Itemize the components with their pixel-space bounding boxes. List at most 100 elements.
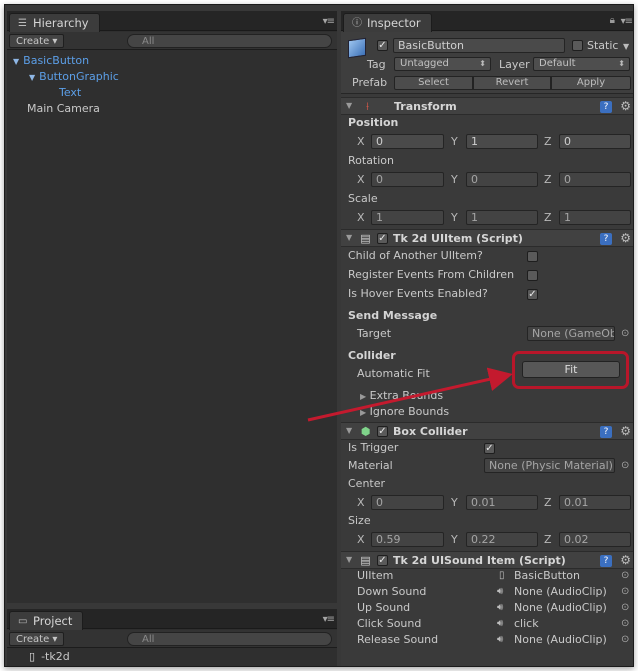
chevron-icon: ⬍ [479,59,486,68]
register-row: Register Events From Children [341,266,633,284]
collapse-triangle-icon[interactable]: ▼ [346,426,352,435]
tree-item-buttongraphic[interactable]: ▼ ButtonGraphic [29,69,119,85]
size-x-field[interactable]: 0.59 [371,532,444,547]
axis-x-label: X [357,135,365,148]
static-checkbox[interactable] [572,40,583,51]
rotation-z-field[interactable]: 0 [559,172,631,187]
tree-item-text[interactable]: Text [59,85,81,101]
trigger-checkbox[interactable]: ✓ [484,443,495,454]
position-y-field[interactable]: 1 [466,134,538,149]
hierarchy-panel: ☰ Hierarchy ▾≡ Create ▾ ⌕ ▼ BasicButton ▼… [7,11,337,603]
prefab-apply-button[interactable]: Apply [551,76,631,90]
uisound-enabled-checkbox[interactable]: ✓ [377,555,388,566]
create-button[interactable]: Create ▾ [9,632,65,646]
target-label: Target [357,327,392,340]
axis-z-label: Z [544,173,552,186]
register-checkbox[interactable] [527,270,538,281]
rotation-x-field[interactable]: 0 [371,172,444,187]
project-search-input[interactable] [127,632,332,646]
scale-z-field[interactable]: 1 [559,210,631,225]
hierarchy-tabbar: ☰ Hierarchy ▾≡ [7,11,337,32]
release-sound-value[interactable]: None (AudioClip) [514,631,607,649]
help-icon[interactable]: ? [600,426,612,438]
panel-menu-icon[interactable]: ▾≡ [323,614,335,625]
help-icon[interactable]: ? [600,555,612,567]
hover-checkbox[interactable]: ✓ [527,289,538,300]
expand-triangle-icon[interactable]: ▶ [360,408,366,417]
project-item-label: -tk2d [41,650,70,663]
help-icon[interactable]: ? [600,101,612,113]
target-field[interactable]: None (GameObj [527,326,615,341]
center-z-field[interactable]: 0.01 [559,495,631,510]
center-row: X 0 Y 0.01 Z 0.01 [341,494,633,512]
static-dropdown-icon[interactable]: ▼ [623,42,629,51]
rotation-label: Rotation [348,154,395,167]
position-x-field[interactable]: 0 [371,134,444,149]
size-z-field[interactable]: 0.02 [559,532,631,547]
create-button[interactable]: Create ▾ [9,34,65,48]
layer-dropdown[interactable]: Default ⬍ [533,57,630,71]
tree-item-main-camera[interactable]: Main Camera [27,101,100,117]
material-field[interactable]: None (Physic Material) [484,458,615,473]
gear-icon[interactable]: ⚙ [620,231,631,245]
gear-icon[interactable]: ⚙ [620,424,631,438]
uiitem-enabled-checkbox[interactable]: ✓ [377,233,388,244]
project-toolbar: Create ▾ ⌕ [7,630,337,648]
tab-project[interactable]: ▭ Project [9,611,84,630]
static-label: Static [587,39,619,52]
scale-y-field[interactable]: 1 [466,210,538,225]
ignore-bounds-row[interactable]: ▶ Ignore Bounds [341,403,633,421]
size-label-row: Size [341,512,633,530]
active-checkbox[interactable]: ✓ [377,40,388,51]
collapse-triangle-icon[interactable]: ▼ [346,233,352,242]
box-collider-icon: ⬢ [360,425,371,438]
tag-label: Tag [367,58,386,71]
expand-triangle-icon[interactable]: ▼ [13,57,19,66]
object-picker-icon[interactable]: ⊙ [621,457,629,475]
prefab-revert-button[interactable]: Revert [473,76,551,90]
object-picker-icon[interactable]: ⊙ [621,631,629,649]
center-y-field[interactable]: 0.01 [466,495,538,510]
collapse-triangle-icon[interactable]: ▼ [346,101,352,110]
send-message-label: Send Message [348,309,438,322]
fit-highlight-box [512,351,629,389]
project-item[interactable]: ▯ -tk2d [29,649,70,665]
editor-window: ☰ Hierarchy ▾≡ Create ▾ ⌕ ▼ BasicButton ▼… [4,4,634,667]
tab-hierarchy[interactable]: ☰ Hierarchy [9,13,100,32]
trigger-row: Is Trigger ✓ [341,439,633,457]
tab-inspector[interactable]: ⓘ Inspector [343,13,432,32]
prefab-select-button[interactable]: Select [394,76,473,90]
hierarchy-search-input[interactable] [127,34,332,48]
scale-x-field[interactable]: 1 [371,210,444,225]
panel-menu-icon[interactable]: ▾≡ [621,16,633,27]
axis-x-label: X [357,533,365,546]
help-icon[interactable]: ? [600,233,612,245]
panel-menu-icon[interactable]: ▾≡ [323,16,335,27]
axis-y-label: Y [451,211,458,224]
tree-item-basicbutton[interactable]: ▼ BasicButton [13,53,89,69]
lock-icon[interactable]: 🔒︎ [610,15,615,26]
collapse-triangle-icon[interactable]: ▼ [346,555,352,564]
axis-z-label: Z [544,533,552,546]
uiitem-title: Tk 2d UIItem (Script) [393,232,523,245]
child-checkbox[interactable] [527,251,538,262]
object-name-field[interactable]: BasicButton [393,38,565,53]
gear-icon[interactable]: ⚙ [620,553,631,567]
expand-triangle-icon[interactable]: ▶ [360,392,366,401]
uiitem-header[interactable]: ▼ ▤ ✓ Tk 2d UIItem (Script) ? ⚙ [341,229,633,247]
box-collider-enabled-checkbox[interactable]: ✓ [377,426,388,437]
position-row: X 0 Y 1 Z 0 [341,133,633,151]
center-x-field[interactable]: 0 [371,495,444,510]
box-collider-header[interactable]: ▼ ⬢ ✓ Box Collider ? ⚙ [341,422,633,440]
size-y-field[interactable]: 0.22 [466,532,538,547]
position-z-field[interactable]: 0 [559,134,631,149]
transform-header[interactable]: ▼ ⟊ Transform ? ⚙ [341,97,633,115]
tag-dropdown[interactable]: Untagged ⬍ [394,57,491,71]
script-file-icon: ▤ [360,232,371,245]
gear-icon[interactable]: ⚙ [620,99,631,113]
rotation-y-field[interactable]: 0 [466,172,538,187]
expand-triangle-icon[interactable]: ▼ [29,73,35,82]
tree-item-label: Text [59,86,82,99]
object-picker-icon[interactable]: ⊙ [621,325,629,343]
layer-value: Default [539,58,576,69]
